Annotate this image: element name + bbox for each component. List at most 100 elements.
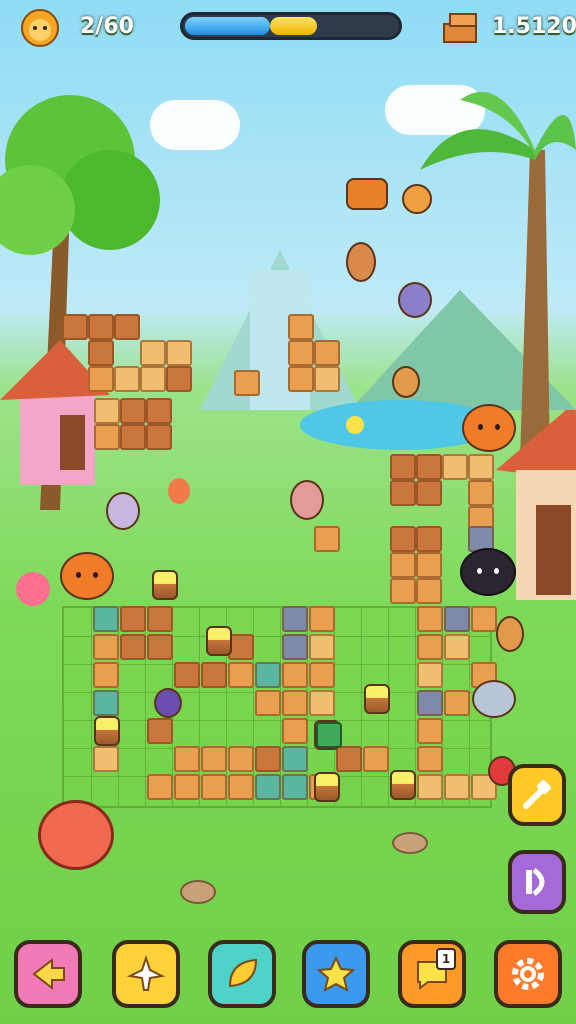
board-tile[interactable] xyxy=(255,774,281,800)
tile-block[interactable] xyxy=(468,480,494,506)
tile-block[interactable] xyxy=(94,398,120,424)
tile-block[interactable] xyxy=(390,552,416,578)
board-tile[interactable] xyxy=(417,662,443,688)
board-tile[interactable] xyxy=(255,690,281,716)
tile-block[interactable] xyxy=(120,398,146,424)
back-button[interactable] xyxy=(14,940,82,1008)
board-tile[interactable] xyxy=(120,634,146,660)
board-tile[interactable] xyxy=(309,690,335,716)
lion-critter[interactable] xyxy=(60,552,114,600)
board-tile[interactable] xyxy=(417,634,443,660)
board-tile[interactable] xyxy=(120,606,146,632)
tile-block[interactable] xyxy=(114,314,140,340)
board-tile[interactable] xyxy=(336,746,362,772)
purple-critter[interactable] xyxy=(154,688,182,718)
fruit-stump-item[interactable] xyxy=(390,770,416,800)
tile-block[interactable] xyxy=(114,366,140,392)
tile-block[interactable] xyxy=(166,340,192,366)
board-tile[interactable] xyxy=(444,634,470,660)
exit-door-button[interactable] xyxy=(508,850,566,914)
tile-block[interactable] xyxy=(314,366,340,392)
leaf-button[interactable] xyxy=(208,940,276,1008)
board-tile[interactable] xyxy=(174,774,200,800)
tile-block[interactable] xyxy=(234,370,260,396)
fruit-stump-item[interactable] xyxy=(94,716,120,746)
board-tile[interactable] xyxy=(417,774,443,800)
tile-block[interactable] xyxy=(88,366,114,392)
tile-block[interactable] xyxy=(468,454,494,480)
hammer-button[interactable] xyxy=(508,764,566,826)
message-button[interactable]: 1 xyxy=(398,940,466,1008)
board-tile[interactable] xyxy=(282,718,308,744)
gift-box-item[interactable] xyxy=(316,722,342,748)
board-tile[interactable] xyxy=(417,746,443,772)
board-tile[interactable] xyxy=(93,690,119,716)
board-tile[interactable] xyxy=(309,634,335,660)
board-tile[interactable] xyxy=(255,662,281,688)
owl-critter[interactable] xyxy=(398,282,432,318)
tile-block[interactable] xyxy=(140,340,166,366)
tile-block[interactable] xyxy=(442,454,468,480)
board-tile[interactable] xyxy=(282,774,308,800)
tile-block[interactable] xyxy=(390,480,416,506)
board-tile[interactable] xyxy=(147,634,173,660)
board-tile[interactable] xyxy=(147,774,173,800)
tile-block[interactable] xyxy=(88,314,114,340)
tile-block[interactable] xyxy=(416,526,442,552)
board-tile[interactable] xyxy=(282,662,308,688)
bear-critter[interactable] xyxy=(290,480,324,520)
board-tile[interactable] xyxy=(228,662,254,688)
board-tile[interactable] xyxy=(93,634,119,660)
bear-critter[interactable] xyxy=(496,616,524,652)
tile-block[interactable] xyxy=(88,340,114,366)
tile-block[interactable] xyxy=(416,480,442,506)
board-tile[interactable] xyxy=(228,746,254,772)
tile-block[interactable] xyxy=(62,314,88,340)
board-tile[interactable] xyxy=(201,746,227,772)
owl-critter[interactable] xyxy=(472,680,516,718)
tile-block[interactable] xyxy=(314,340,340,366)
tile-block[interactable] xyxy=(166,366,192,392)
tile-block[interactable] xyxy=(390,526,416,552)
board-tile[interactable] xyxy=(309,606,335,632)
board-tile[interactable] xyxy=(93,746,119,772)
board-tile[interactable] xyxy=(228,774,254,800)
tile-block[interactable] xyxy=(288,314,314,340)
tile-block[interactable] xyxy=(146,398,172,424)
tile-block[interactable] xyxy=(416,552,442,578)
tile-block[interactable] xyxy=(416,578,442,604)
board-tile[interactable] xyxy=(363,746,389,772)
fruit-stump-item[interactable] xyxy=(314,772,340,802)
board-tile[interactable] xyxy=(471,606,497,632)
board-tile[interactable] xyxy=(282,746,308,772)
flying-brick-critter[interactable] xyxy=(346,178,388,210)
tile-block[interactable] xyxy=(120,424,146,450)
tile-block[interactable] xyxy=(94,424,120,450)
bear-critter[interactable] xyxy=(402,184,432,214)
lion-critter[interactable] xyxy=(462,404,516,452)
tile-block[interactable] xyxy=(314,526,340,552)
fruit-stump-item[interactable] xyxy=(206,626,232,656)
board-tile[interactable] xyxy=(174,662,200,688)
board-tile[interactable] xyxy=(417,718,443,744)
tile-block[interactable] xyxy=(288,340,314,366)
fruit-stump-item[interactable] xyxy=(152,570,178,600)
board-tile[interactable] xyxy=(444,690,470,716)
tile-block[interactable] xyxy=(140,366,166,392)
tile-block[interactable] xyxy=(390,454,416,480)
board-tile[interactable] xyxy=(282,690,308,716)
airplane-button[interactable] xyxy=(112,940,180,1008)
board-tile[interactable] xyxy=(417,606,443,632)
star-button[interactable] xyxy=(302,940,370,1008)
board-tile[interactable] xyxy=(255,746,281,772)
board-tile[interactable] xyxy=(444,774,470,800)
board-tile[interactable] xyxy=(444,606,470,632)
bear-critter[interactable] xyxy=(346,242,376,282)
board-tile[interactable] xyxy=(201,662,227,688)
settings-button[interactable] xyxy=(494,940,562,1008)
tile-block[interactable] xyxy=(146,424,172,450)
board-tile[interactable] xyxy=(201,774,227,800)
board-tile[interactable] xyxy=(282,634,308,660)
owl-critter[interactable] xyxy=(106,492,140,530)
board-tile[interactable] xyxy=(174,746,200,772)
